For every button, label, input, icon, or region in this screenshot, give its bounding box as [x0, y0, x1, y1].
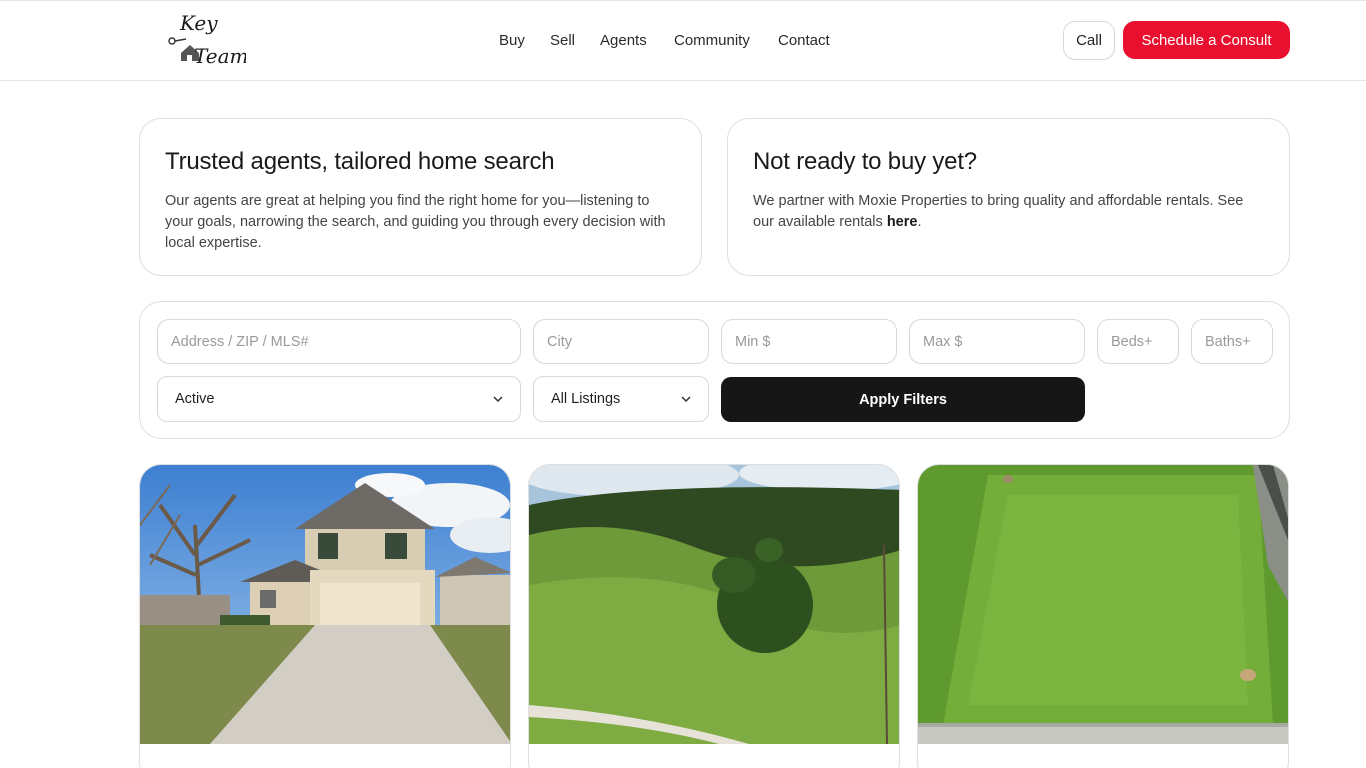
nav-community[interactable]: Community: [674, 31, 750, 51]
rentals-here-link[interactable]: here: [887, 214, 918, 230]
aerial-grass-lot-photo: [918, 465, 1288, 744]
min-price-input[interactable]: Min $: [721, 319, 897, 364]
listing-card[interactable]: [917, 464, 1289, 768]
beds-input[interactable]: Beds+: [1097, 319, 1179, 364]
call-button[interactable]: Call: [1063, 21, 1115, 60]
apply-filters-button[interactable]: Apply Filters: [721, 377, 1085, 422]
address-zip-mls-input[interactable]: Address / ZIP / MLS#: [157, 319, 521, 364]
site-header: Key Team Buy Sell Agents Community Conta…: [0, 0, 1366, 81]
rentals-body: We partner with Moxie Properties to brin…: [753, 191, 1265, 233]
nav-contact[interactable]: Contact: [778, 31, 830, 51]
rolling-green-hills-photo: [529, 465, 899, 744]
trusted-agents-title: Trusted agents, tailored home search: [165, 148, 555, 175]
listing-card[interactable]: [528, 464, 900, 768]
listing-type-select[interactable]: All Listings: [533, 376, 709, 422]
city-input[interactable]: City: [533, 319, 709, 364]
nav-agents[interactable]: Agents: [600, 31, 647, 51]
house-with-garage-photo: [140, 465, 510, 744]
listing-card[interactable]: [139, 464, 511, 768]
chevron-down-icon: [681, 396, 691, 403]
nav-buy[interactable]: Buy: [499, 31, 525, 51]
rentals-body-text: We partner with Moxie Properties to brin…: [753, 193, 1244, 230]
rentals-body-end: .: [917, 214, 922, 230]
trusted-agents-card: Trusted agents, tailored home search Our…: [139, 118, 702, 276]
listing-type-select-value: All Listings: [551, 391, 621, 407]
schedule-consult-button[interactable]: Schedule a Consult: [1123, 21, 1290, 59]
baths-input[interactable]: Baths+: [1191, 319, 1273, 364]
trusted-agents-body: Our agents are great at helping you find…: [165, 193, 666, 251]
rentals-card: Not ready to buy yet? We partner with Mo…: [727, 118, 1290, 276]
rentals-title: Not ready to buy yet?: [753, 148, 977, 175]
status-select[interactable]: Active: [157, 376, 521, 422]
search-filters-panel: Address / ZIP / MLS# City Min $ Max $ Be…: [139, 301, 1290, 439]
nav-sell[interactable]: Sell: [550, 31, 575, 51]
chevron-down-icon: [493, 396, 503, 403]
status-select-value: Active: [175, 391, 215, 407]
max-price-input[interactable]: Max $: [909, 319, 1085, 364]
